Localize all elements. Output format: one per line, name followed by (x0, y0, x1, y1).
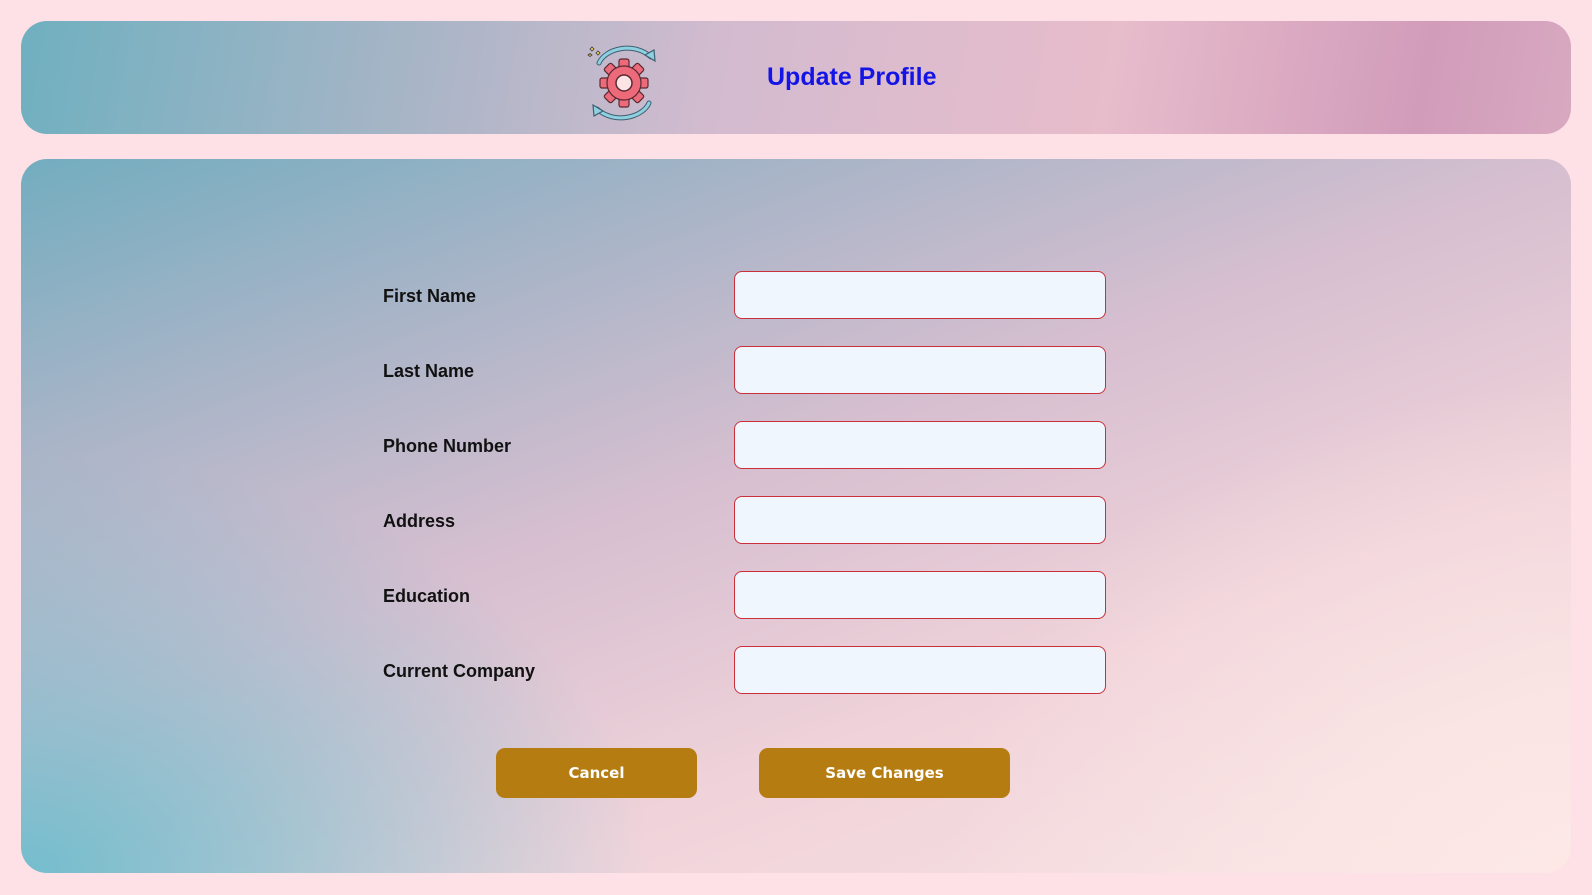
form-row-phone-number: Phone Number (21, 421, 1571, 473)
first-name-label: First Name (383, 286, 477, 306)
last-name-label: Last Name (383, 361, 475, 381)
gear-refresh-icon (585, 43, 663, 123)
form-row-current-company: Current Company (21, 646, 1571, 698)
form-row-address: Address (21, 496, 1571, 548)
form-row-education: Education (21, 571, 1571, 623)
education-input[interactable] (734, 571, 1106, 619)
last-name-input[interactable] (734, 346, 1106, 394)
address-label: Address (383, 511, 456, 531)
sparkle-icon (587, 46, 601, 57)
address-input[interactable] (734, 496, 1106, 544)
gear-refresh-icon-graphic (587, 45, 656, 121)
cancel-button[interactable]: Cancel (496, 748, 697, 798)
form-row-first-name: First Name (21, 271, 1571, 323)
phone-number-label: Phone Number (383, 436, 512, 456)
education-label: Education (383, 586, 471, 606)
phone-number-input[interactable] (734, 421, 1106, 469)
header-bar: Update Profile (21, 21, 1571, 134)
first-name-input[interactable] (734, 271, 1106, 319)
form-row-last-name: Last Name (21, 346, 1571, 398)
current-company-input[interactable] (734, 646, 1106, 694)
current-company-label: Current Company (383, 661, 536, 681)
profile-form-panel: First Name Last Name Phone Number Addres… (21, 159, 1571, 873)
save-changes-button[interactable]: Save Changes (759, 748, 1010, 798)
page-title: Update Profile (767, 63, 937, 91)
